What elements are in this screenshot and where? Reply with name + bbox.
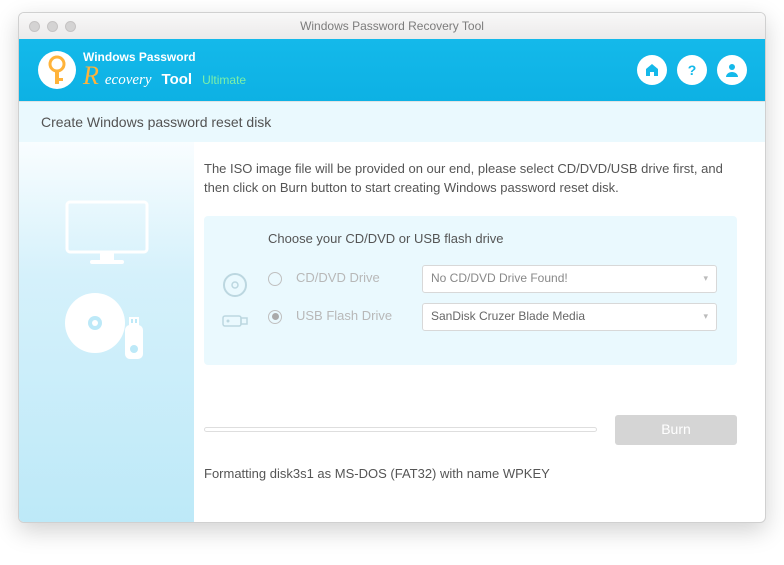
- drive-selection-panel: Choose your CD/DVD or USB flash drive CD…: [204, 216, 737, 365]
- account-button[interactable]: [717, 55, 747, 85]
- disc-usb-icon: [57, 287, 157, 367]
- logo-text-top: Windows Password: [83, 51, 246, 63]
- cd-dvd-select[interactable]: No CD/DVD Drive Found! ▾: [422, 265, 717, 293]
- usb-icon: [222, 314, 248, 328]
- window-title: Windows Password Recovery Tool: [19, 19, 765, 33]
- traffic-lights: [29, 21, 76, 32]
- close-window-button[interactable]: [29, 21, 40, 32]
- progress-bar: [204, 427, 597, 432]
- home-icon: [644, 62, 660, 78]
- panel-title: Choose your CD/DVD or USB flash drive: [268, 230, 717, 249]
- cd-dvd-radio[interactable]: [268, 272, 282, 286]
- description-text: The ISO image file will be provided on o…: [204, 160, 737, 198]
- main-panel: The ISO image file will be provided on o…: [194, 142, 765, 522]
- app-header: Windows Password Recovery Tool Ultimate …: [19, 39, 765, 101]
- app-window: Windows Password Recovery Tool Windows P…: [18, 12, 766, 523]
- status-text: Formatting disk3s1 as MS-DOS (FAT32) wit…: [204, 465, 737, 484]
- monitor-icon: [62, 197, 152, 267]
- help-icon: ?: [684, 62, 700, 78]
- header-actions: ?: [637, 55, 747, 85]
- cd-dvd-row: CD/DVD Drive No CD/DVD Drive Found! ▾: [268, 265, 717, 293]
- sidebar-illustration: [19, 142, 194, 522]
- minimize-window-button[interactable]: [47, 21, 58, 32]
- usb-select[interactable]: SanDisk Cruzer Blade Media ▾: [422, 303, 717, 331]
- usb-label: USB Flash Drive: [296, 307, 408, 326]
- key-icon: [37, 50, 77, 90]
- cd-dvd-label: CD/DVD Drive: [296, 269, 408, 288]
- svg-text:?: ?: [688, 62, 697, 78]
- usb-value: SanDisk Cruzer Blade Media: [431, 308, 585, 325]
- help-button[interactable]: ?: [677, 55, 707, 85]
- cd-dvd-value: No CD/DVD Drive Found!: [431, 270, 568, 287]
- page-subtitle: Create Windows password reset disk: [19, 101, 765, 142]
- app-logo: Windows Password Recovery Tool Ultimate: [37, 50, 246, 90]
- progress-row: Burn: [204, 415, 737, 445]
- chevron-down-icon: ▾: [703, 272, 708, 285]
- disc-icon: [222, 272, 248, 298]
- usb-row: USB Flash Drive SanDisk Cruzer Blade Med…: [268, 303, 717, 331]
- titlebar: Windows Password Recovery Tool: [19, 13, 765, 39]
- user-icon: [724, 62, 740, 78]
- logo-text-bottom: Recovery Tool Ultimate: [83, 63, 246, 89]
- burn-button[interactable]: Burn: [615, 415, 737, 445]
- maximize-window-button[interactable]: [65, 21, 76, 32]
- home-button[interactable]: [637, 55, 667, 85]
- usb-radio[interactable]: [268, 310, 282, 324]
- chevron-down-icon: ▾: [703, 310, 708, 323]
- content-area: The ISO image file will be provided on o…: [19, 142, 765, 522]
